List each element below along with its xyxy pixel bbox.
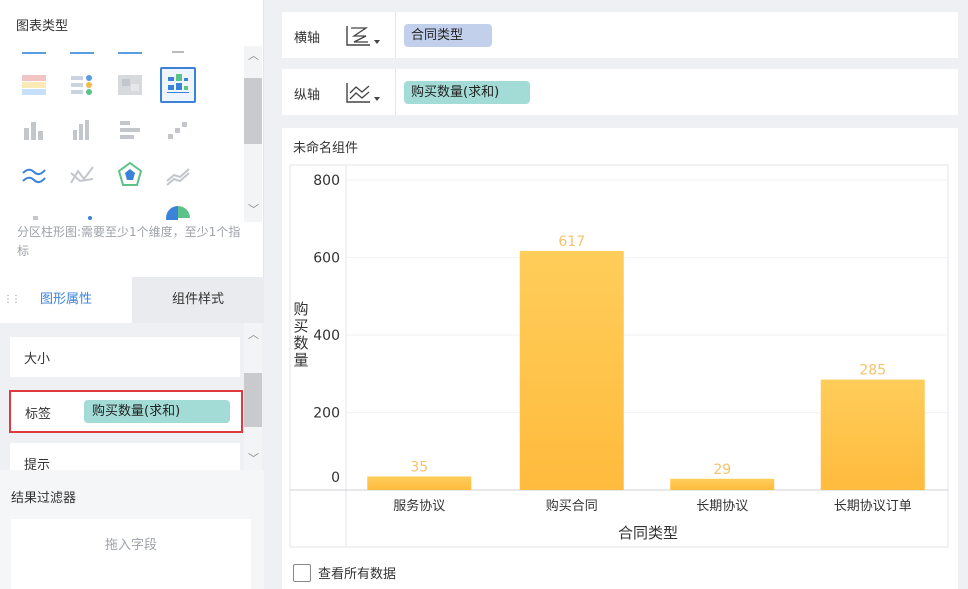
divider: [395, 12, 396, 58]
chart-grid-scrollbar[interactable]: ︿ ﹀: [244, 46, 262, 222]
result-filter-section: 结果过滤器 拖入字段: [0, 470, 264, 589]
filter-drop-hint: 拖入字段: [104, 538, 157, 553]
y-axis-title-char: 买: [293, 317, 308, 335]
chart-type-scatter-plot-icon[interactable]: [64, 200, 100, 220]
bar-chart: 800 600 400 200 0 购买数量 35 服务协议 617 购买合同 29 长期协议 285 长…: [289, 164, 949, 548]
show-all-data-control[interactable]: 查看所有数据: [293, 563, 396, 582]
chart-type-horizontal-bar-icon[interactable]: [112, 112, 148, 148]
chart-type-scatter-icon[interactable]: [160, 40, 196, 70]
chart-type-bar-icon[interactable]: [16, 112, 52, 148]
chart-type-bubble-icon[interactable]: [112, 200, 148, 220]
y-tick-label: 800: [313, 173, 340, 189]
left-panel: 图表类型 ︿ ﹀ 分区柱形图:需要至少1个维度，至少1个指标 图形属性 ⋮⋮ 组…: [0, 0, 264, 589]
tab-component-style[interactable]: 组件样式: [132, 277, 264, 323]
chart-type-waterfall-icon[interactable]: [160, 112, 196, 148]
x-axis-title: 合同类型: [618, 524, 678, 542]
data-label: 285: [859, 363, 886, 379]
y-axis-type-icon[interactable]: [344, 79, 384, 107]
scroll-up-icon[interactable]: ︿: [248, 329, 259, 341]
bar: [670, 478, 775, 490]
bar: [820, 379, 925, 490]
chart-type-table-icon[interactable]: [112, 40, 148, 70]
y-tick-label: 200: [313, 406, 340, 422]
attr-label-row[interactable]: 标签 购买数量(求和): [9, 390, 243, 433]
y-axis-config: 纵轴 购买数量(求和): [282, 69, 958, 115]
attr-label-label: 标签: [25, 407, 52, 422]
scroll-down-icon[interactable]: ﹀: [248, 204, 259, 216]
y-tick-label: 0: [331, 470, 340, 486]
chart-type-line-icon[interactable]: [16, 157, 52, 193]
chart-type-heatmap-icon[interactable]: [112, 67, 148, 103]
result-filter-title: 结果过滤器: [11, 491, 77, 506]
data-label: 29: [713, 462, 731, 478]
bar: [367, 476, 472, 490]
scroll-down-icon[interactable]: ﹀: [248, 453, 259, 465]
bar: [519, 250, 624, 490]
divider: [395, 69, 396, 115]
attr-size-label: 大小: [24, 352, 51, 367]
y-axis-label: 纵轴: [294, 88, 321, 103]
tab-graph-properties[interactable]: 图形属性: [0, 277, 132, 323]
x-tick-label: 长期协议订单: [834, 499, 912, 514]
x-tick-label: 长期协议: [696, 499, 748, 514]
chart-type-pie-icon[interactable]: [160, 200, 196, 220]
chart-type-polyline-icon[interactable]: [64, 157, 100, 193]
data-label: 35: [410, 459, 428, 475]
y-axis-title-char: 量: [293, 351, 308, 369]
x-axis-config: 横轴 合同类型: [282, 12, 958, 58]
chart-type-title: 图表类型: [16, 19, 69, 34]
x-axis-field-pill[interactable]: 合同类型: [404, 24, 492, 47]
attr-tip-row[interactable]: 提示: [10, 443, 240, 470]
y-tick-label: 600: [313, 251, 340, 267]
chart-type-area-icon[interactable]: [160, 157, 196, 193]
attribute-list: 大小 标签 购买数量(求和) 提示: [0, 323, 264, 470]
x-axis-label: 横轴: [294, 31, 321, 46]
chart-type-grid: [10, 40, 242, 220]
property-tabs: 图形属性 ⋮⋮ 组件样式: [0, 277, 264, 323]
y-tick-label: 400: [313, 328, 340, 344]
chart-type-dot-list-icon[interactable]: [64, 67, 100, 103]
scroll-up-icon[interactable]: ︿: [248, 50, 259, 62]
show-all-data-checkbox[interactable]: [293, 563, 311, 582]
y-axis-field-pill[interactable]: 购买数量(求和): [404, 81, 530, 104]
chart-type-partition-bar-icon[interactable]: [160, 67, 196, 103]
chart-type-table-icon[interactable]: [64, 40, 100, 70]
attr-tip-label: 提示: [24, 458, 51, 470]
show-all-data-label: 查看所有数据: [318, 567, 397, 582]
chart-type-hint: 分区柱形图:需要至少1个维度，至少1个指标: [17, 225, 241, 258]
y-axis-title-char: 购: [293, 300, 308, 318]
attribute-scrollbar[interactable]: ︿ ﹀: [244, 323, 262, 470]
filter-drop-zone[interactable]: 拖入字段: [11, 519, 251, 589]
x-tick-label: 服务协议: [393, 498, 445, 514]
scroll-thumb[interactable]: [244, 78, 262, 144]
label-field-pill[interactable]: 购买数量(求和): [84, 400, 230, 423]
chart-type-table-icon[interactable]: [16, 40, 52, 70]
y-axis-title-char: 数: [293, 334, 308, 352]
data-label: 617: [558, 234, 585, 250]
chart-type-grouped-bar-icon[interactable]: [64, 112, 100, 148]
chart-type-radar-icon[interactable]: [112, 157, 148, 193]
chart-type-kpi-icon[interactable]: [16, 67, 52, 103]
x-axis-type-icon[interactable]: [344, 22, 384, 50]
drag-handle-icon[interactable]: ⋮⋮: [3, 294, 21, 305]
x-tick-label: 购买合同: [546, 498, 598, 514]
scroll-thumb[interactable]: [244, 373, 262, 427]
chart-component: 未命名组件 800 600 400 200 0 购买数量 35 服务协议 617 购买合同 29 长期…: [282, 128, 958, 589]
chart-type-bar-small-icon[interactable]: [16, 200, 52, 220]
attr-size-row[interactable]: 大小: [10, 337, 240, 377]
